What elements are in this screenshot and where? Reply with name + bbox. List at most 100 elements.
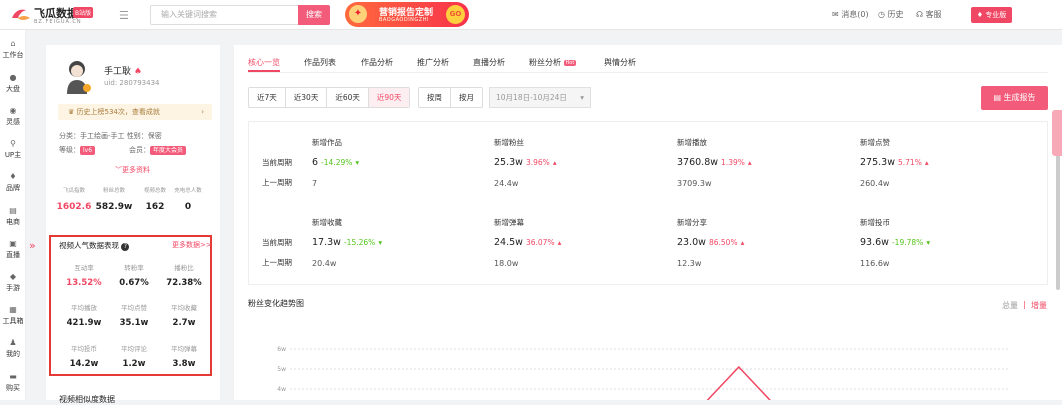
range-button[interactable]: 近60天 <box>327 88 369 107</box>
help-icon[interactable]: ? <box>121 243 130 251</box>
avatar[interactable] <box>62 58 92 94</box>
metric-title: 新增分享 <box>677 218 707 227</box>
member-label: 会员： <box>129 146 151 154</box>
messages-link[interactable]: ✉ 消息(0) <box>832 9 869 20</box>
tab-label: 核心一览 <box>248 58 280 67</box>
metric-value-text: 6 <box>312 157 319 168</box>
metric-title: 新增收藏 <box>312 218 342 227</box>
metric-prev: 260.4w <box>860 179 890 188</box>
more-data-link[interactable]: 更多数据>> <box>172 240 212 250</box>
metric-change: -15.26% <box>343 238 376 247</box>
nav-mine[interactable]: ♟ 我的 <box>0 338 26 359</box>
total-toggle[interactable]: 总量 <box>1002 300 1018 311</box>
wallet-icon: ▬ <box>9 372 17 381</box>
perf-metric-value: 3.8w <box>172 359 196 369</box>
chevron-down-icon: ﹀ <box>115 166 122 174</box>
perf-metric-label: 平均点赞 <box>121 304 147 312</box>
vip-badge[interactable]: ♦ 专业版 <box>971 7 1012 23</box>
feigua-logo-icon[interactable] <box>8 6 32 24</box>
metric-prev: 20.4w <box>312 259 337 268</box>
service-link[interactable]: ☊ 客服 <box>916 9 942 20</box>
perf-metric-value: 35.1w <box>119 318 149 328</box>
history-text: 历史上榜534次，查看成就 <box>76 108 160 116</box>
tab-1[interactable]: 作品列表 <box>304 57 336 68</box>
nav-market[interactable]: ● 大盘 <box>0 73 26 94</box>
tv-icon: ▣ <box>9 239 17 248</box>
nav-buy[interactable]: ▬ 购买 <box>0 372 26 393</box>
triangle-down-icon: ▾ <box>378 238 383 247</box>
more-info-toggle[interactable]: ﹀更多资料 <box>115 165 150 175</box>
generate-label: 生成报告 <box>1003 93 1036 102</box>
tab-3[interactable]: 推广分析 <box>417 57 449 68</box>
tab-label: 直播分析 <box>473 58 505 67</box>
range-button[interactable]: 近90天 <box>368 88 410 107</box>
nav-games[interactable]: ◆ 手游 <box>0 272 26 293</box>
y-tick-label: 6w <box>277 346 286 353</box>
stat-value: 1602.6 <box>56 202 92 212</box>
nav-tools[interactable]: ▦ 工具箱 <box>0 305 26 326</box>
user-id: uid: 280793434 <box>104 79 160 87</box>
range-button[interactable]: 近30天 <box>286 88 328 107</box>
metric-value: 24.5w 36.07% ▴ <box>494 237 561 248</box>
nav-label: 灵感 <box>6 118 20 126</box>
globe-icon: ● <box>9 73 17 82</box>
tab-6[interactable]: 舆情分析 <box>604 57 636 68</box>
y-tick-label: 4w <box>277 386 286 393</box>
prev-period-label: 上一周期 <box>262 178 292 187</box>
nav-ecommerce[interactable]: ▤ 电商 <box>0 206 26 227</box>
banner-go-button[interactable]: GO <box>446 5 465 24</box>
search-button[interactable]: 搜索 <box>298 5 330 25</box>
tab-0[interactable]: 核心一览 <box>248 57 280 68</box>
date-range-picker[interactable]: 10月18日-10月24日 ▾ <box>489 87 591 108</box>
side-float-tab[interactable] <box>1052 110 1062 156</box>
nav-brand[interactable]: ♦ 品牌 <box>0 172 26 193</box>
perf-metric-value: 72.38% <box>166 278 202 288</box>
metric-value-text: 3760.8w <box>677 157 719 168</box>
search-input[interactable]: 输入关键词搜索 <box>150 5 298 25</box>
nav-label: 大盘 <box>6 85 20 93</box>
core-data-panel <box>248 121 1048 285</box>
tab-2[interactable]: 作品分析 <box>361 57 393 68</box>
perf-metric-label: 互动率 <box>74 264 94 272</box>
menu-icon[interactable]: ☰ <box>119 9 129 22</box>
gender-label: 性别： <box>126 132 148 140</box>
search-icon: ⚲ <box>10 139 16 148</box>
triangle-up-icon: ▴ <box>924 158 929 167</box>
unit-button[interactable]: 按周 <box>419 88 451 107</box>
report-banner[interactable]: ✦ 营销报告定制 BAOGAODINGZHI GO <box>345 2 469 27</box>
unit-button[interactable]: 按月 <box>451 88 482 107</box>
headset-icon: ☊ <box>916 10 924 19</box>
generate-report-button[interactable]: ▤ 生成报告 <box>981 86 1048 110</box>
nav-up[interactable]: ⚲ UP主 <box>0 139 26 160</box>
home-icon[interactable]: ♠ <box>134 67 142 77</box>
metric-title: 新增粉丝 <box>494 138 524 147</box>
expand-icon[interactable]: » <box>29 239 36 252</box>
nav-inspiration[interactable]: ◉ 灵感 <box>0 106 26 127</box>
nav-workbench[interactable]: ⌂ 工作台 <box>0 39 26 60</box>
metric-value-text: 24.5w <box>494 237 523 248</box>
range-button[interactable]: 近7天 <box>249 88 286 107</box>
nav-live[interactable]: ▣ 直播 <box>0 239 26 260</box>
triangle-up-icon: ▴ <box>740 238 745 247</box>
clock-icon: ◷ <box>878 10 885 19</box>
vip-label: 专业版 <box>985 11 1007 19</box>
gift-icon: ✦ <box>349 5 367 23</box>
tab-5[interactable]: 粉丝分析 Hot <box>529 57 577 68</box>
nav-label: 品牌 <box>6 184 20 192</box>
report-icon: ▤ <box>993 93 1001 102</box>
metric-change: 3.96% <box>525 158 550 167</box>
perf-metric-value: 2.7w <box>172 318 196 328</box>
home-icon: ⌂ <box>10 39 16 48</box>
cart-icon: ▤ <box>9 206 17 215</box>
gamepad-icon: ◆ <box>9 272 17 281</box>
caret-down-icon: ▾ <box>580 93 584 102</box>
history-link[interactable]: ◷ 历史 <box>878 9 904 20</box>
tab-4[interactable]: 直播分析 <box>473 57 505 68</box>
stat-label: 充电总人数 <box>174 188 202 194</box>
perf-metric-label: 平均收藏 <box>171 304 197 312</box>
history-achievement[interactable]: ♛ 历史上榜534次，查看成就 › <box>58 104 212 120</box>
series-line <box>706 365 771 400</box>
trend-title: 粉丝变化趋势图 <box>248 299 304 308</box>
metric-value-text: 93.6w <box>860 237 889 248</box>
increment-toggle[interactable]: 增量 <box>1031 300 1047 311</box>
